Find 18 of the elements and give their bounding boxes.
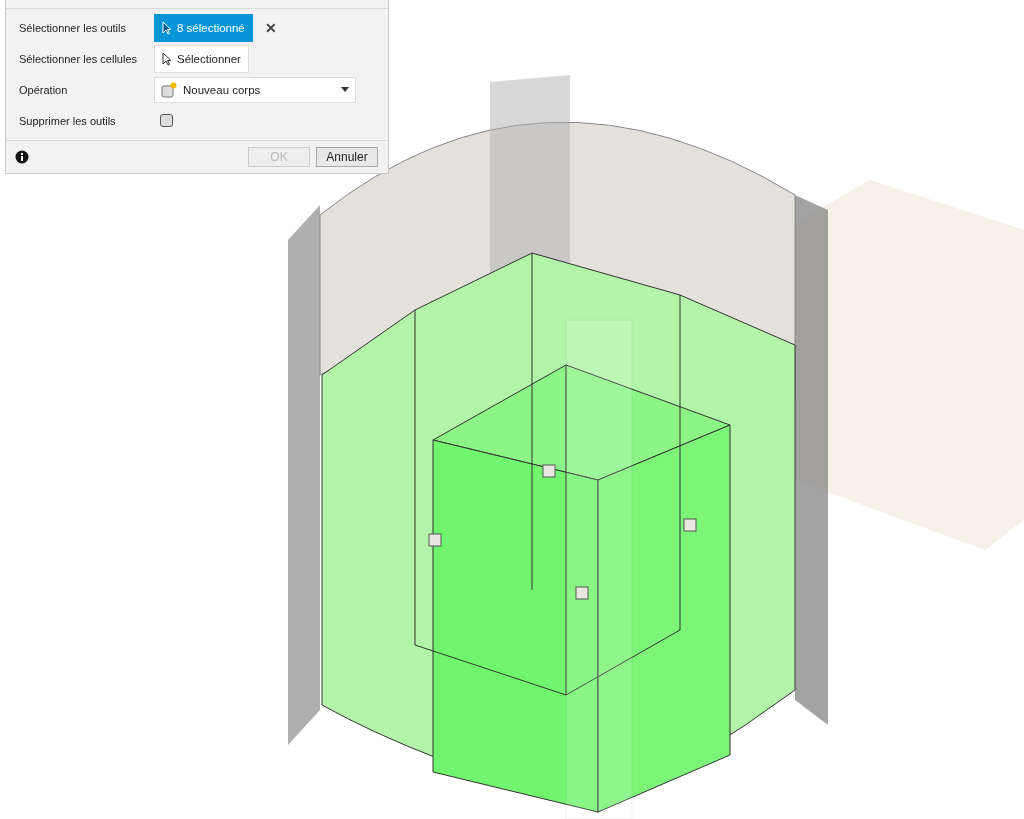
operation-dropdown[interactable]: Nouveau corps xyxy=(154,76,356,103)
cursor-icon xyxy=(162,20,172,35)
caret-icon xyxy=(341,87,349,92)
cancel-button[interactable]: Annuler xyxy=(316,147,378,167)
selection-button[interactable]: Sélectionner xyxy=(154,44,249,73)
drag-handle[interactable] xyxy=(542,464,556,478)
new-body-icon xyxy=(161,81,177,98)
checkbox[interactable] xyxy=(160,114,173,127)
field-label: Supprimer les outils xyxy=(19,114,117,127)
info-icon xyxy=(15,150,29,164)
field-label: Opération xyxy=(19,83,69,96)
field-label: Sélectionner les cellules xyxy=(19,52,138,65)
cursor-icon xyxy=(162,51,172,66)
clear-button[interactable]: ✕ xyxy=(260,19,281,36)
drag-handle[interactable] xyxy=(683,518,697,532)
field-label: Sélectionner les outils xyxy=(19,21,127,34)
drag-handle[interactable] xyxy=(428,533,442,547)
drag-handle[interactable] xyxy=(575,586,589,600)
